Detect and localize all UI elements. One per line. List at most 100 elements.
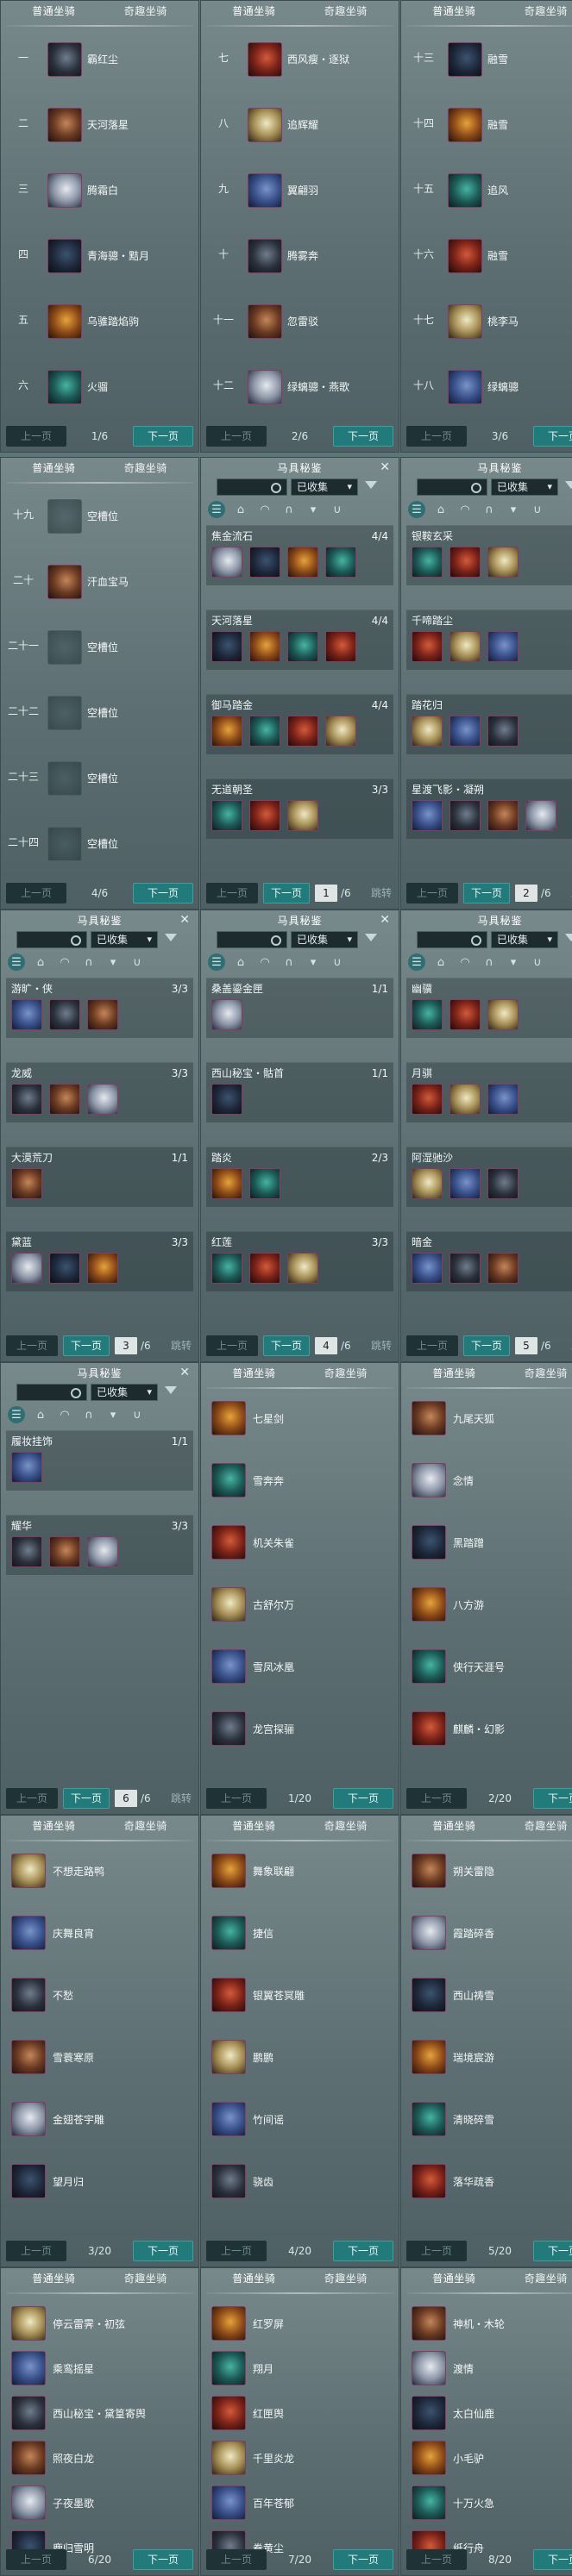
mount-icon[interactable]: [412, 1854, 446, 1888]
saddle-piece-icon[interactable]: [87, 1253, 118, 1284]
mount-slot[interactable]: 小毛驴: [406, 2434, 572, 2485]
saddle-piece-icon[interactable]: [412, 800, 443, 831]
reins-icon[interactable]: ∩: [481, 953, 498, 971]
mount-icon[interactable]: [11, 1978, 46, 2012]
tab-normal-mounts[interactable]: 普通坐骑: [232, 6, 275, 23]
list-icon[interactable]: ☰: [208, 953, 225, 971]
stirrup-icon[interactable]: ▾: [104, 953, 122, 971]
list-icon[interactable]: ☰: [8, 1406, 25, 1423]
tab-normal-mounts[interactable]: 普通坐骑: [432, 1368, 475, 1385]
prev-page-button[interactable]: 上一页: [6, 1788, 58, 1809]
mount-icon[interactable]: [211, 2164, 246, 2198]
reins-icon[interactable]: ∩: [481, 501, 498, 518]
saddle-piece-icon[interactable]: [412, 547, 443, 578]
reins-icon[interactable]: ∩: [280, 953, 298, 971]
mount-slot[interactable]: 十六 融雪: [406, 232, 572, 282]
mount-slot[interactable]: 庆舞良宵: [6, 1909, 193, 1960]
saddle-set[interactable]: 西山秘宝・骷首 1/1: [206, 1062, 393, 1122]
next-page-button[interactable]: 下一页: [463, 1335, 510, 1356]
mount-icon[interactable]: [412, 2351, 446, 2385]
mount-icon[interactable]: [412, 1587, 446, 1622]
mount-slot[interactable]: 百年苍郁: [206, 2479, 393, 2530]
head-gear-icon[interactable]: ◠: [256, 501, 273, 518]
mount-icon[interactable]: [47, 630, 82, 665]
saddle-piece-icon[interactable]: [487, 716, 519, 747]
mount-icon[interactable]: [211, 2441, 246, 2475]
mount-icon[interactable]: [47, 239, 82, 273]
collection-filter-select[interactable]: 已收集 ▾: [491, 931, 558, 948]
horseshoe-icon[interactable]: ∪: [129, 1406, 146, 1423]
mount-slot[interactable]: 麒麟・幻影: [406, 1704, 572, 1756]
mount-icon[interactable]: [412, 1916, 446, 1950]
mount-slot[interactable]: 乘鸾摇星: [6, 2344, 193, 2396]
mount-icon[interactable]: [211, 1587, 246, 1622]
search-input[interactable]: [217, 478, 287, 496]
tab-fun-mounts[interactable]: 奇趣坐骑: [124, 2273, 167, 2291]
next-page-button[interactable]: 下一页: [333, 2549, 393, 2570]
mount-icon[interactable]: [211, 2396, 246, 2430]
saddle-set[interactable]: 大漠荒刀 1/1: [6, 1147, 193, 1207]
stirrup-icon[interactable]: ▾: [305, 501, 322, 518]
mount-icon[interactable]: [211, 1525, 246, 1560]
mount-slot[interactable]: 龙宫探骊: [206, 1704, 393, 1756]
saddle-icon[interactable]: ⌂: [232, 953, 249, 971]
saddle-piece-icon[interactable]: [211, 800, 242, 831]
mount-icon[interactable]: [11, 2485, 46, 2520]
collection-filter-select[interactable]: 已收集 ▾: [291, 478, 358, 496]
saddle-piece-icon[interactable]: [287, 800, 318, 831]
mount-icon[interactable]: [412, 1649, 446, 1684]
mount-icon[interactable]: [11, 2164, 46, 2198]
mount-slot[interactable]: 照夜白龙: [6, 2434, 193, 2485]
close-icon[interactable]: ✕: [179, 1366, 190, 1379]
mount-slot[interactable]: 子夜墨歌: [6, 2479, 193, 2530]
tab-normal-mounts[interactable]: 普通坐骑: [232, 1821, 275, 1838]
mount-slot[interactable]: 二十 汗血宝马: [6, 558, 193, 608]
mount-slot[interactable]: 雪蓑寒原: [6, 2033, 193, 2085]
saddle-set[interactable]: 焦金流石 4/4: [206, 525, 393, 585]
page-input[interactable]: 4: [315, 1337, 337, 1354]
collection-filter-select[interactable]: 已收集 ▾: [91, 1384, 158, 1401]
mount-slot[interactable]: 四 青海骢・黠月: [6, 232, 193, 282]
page-input[interactable]: 6: [115, 1790, 137, 1807]
tab-fun-mounts[interactable]: 奇趣坐骑: [124, 463, 167, 480]
mount-icon[interactable]: [448, 108, 482, 142]
mount-icon[interactable]: [248, 370, 282, 404]
saddle-piece-icon[interactable]: [249, 1168, 280, 1199]
saddle-icon[interactable]: ⌂: [432, 953, 449, 971]
mount-slot[interactable]: 七 西风瘦・逐狱: [206, 35, 393, 85]
mount-icon[interactable]: [47, 565, 82, 599]
mount-slot[interactable]: 二十一 空槽位: [6, 623, 193, 673]
funnel-icon[interactable]: [365, 934, 377, 941]
saddle-piece-icon[interactable]: [487, 800, 519, 831]
saddle-piece-icon[interactable]: [211, 716, 242, 747]
tab-fun-mounts[interactable]: 奇趣坐骑: [525, 1368, 568, 1385]
saddle-set[interactable]: 千啼踏尘3/3: [406, 610, 572, 670]
horseshoe-icon[interactable]: ∪: [329, 501, 346, 518]
funnel-icon[interactable]: [565, 934, 572, 941]
mount-icon[interactable]: [412, 2396, 446, 2430]
horseshoe-icon[interactable]: ∪: [529, 501, 546, 518]
tab-normal-mounts[interactable]: 普通坐骑: [232, 2273, 275, 2291]
mount-slot[interactable]: 十二 绿螭骢・燕歌: [206, 363, 393, 413]
mount-slot[interactable]: 西山秘宝・黛篁寄舆: [6, 2389, 193, 2441]
saddle-piece-icon[interactable]: [525, 800, 556, 831]
mount-icon[interactable]: [248, 173, 282, 208]
next-page-button[interactable]: 下一页: [63, 1335, 110, 1356]
search-input[interactable]: [217, 931, 287, 948]
prev-page-button[interactable]: 上一页: [406, 1335, 458, 1356]
mount-slot[interactable]: 红罗屏: [206, 2299, 393, 2351]
mount-slot[interactable]: 侠行天涯号: [406, 1642, 572, 1694]
saddle-piece-icon[interactable]: [11, 1452, 42, 1483]
saddle-piece-icon[interactable]: [249, 547, 280, 578]
mount-slot[interactable]: 翔月: [206, 2344, 393, 2396]
mount-slot[interactable]: 捷信: [206, 1909, 393, 1960]
funnel-icon[interactable]: [165, 934, 177, 941]
mount-slot[interactable]: 机关朱雀: [206, 1518, 393, 1570]
saddle-piece-icon[interactable]: [449, 547, 481, 578]
mount-icon[interactable]: [47, 370, 82, 404]
saddle-piece-icon[interactable]: [211, 1168, 242, 1199]
mount-slot[interactable]: 神机・木轮: [406, 2299, 572, 2351]
saddle-piece-icon[interactable]: [412, 1253, 443, 1284]
next-page-button[interactable]: 下一页: [133, 2241, 193, 2261]
prev-page-button[interactable]: 上一页: [206, 1335, 258, 1356]
